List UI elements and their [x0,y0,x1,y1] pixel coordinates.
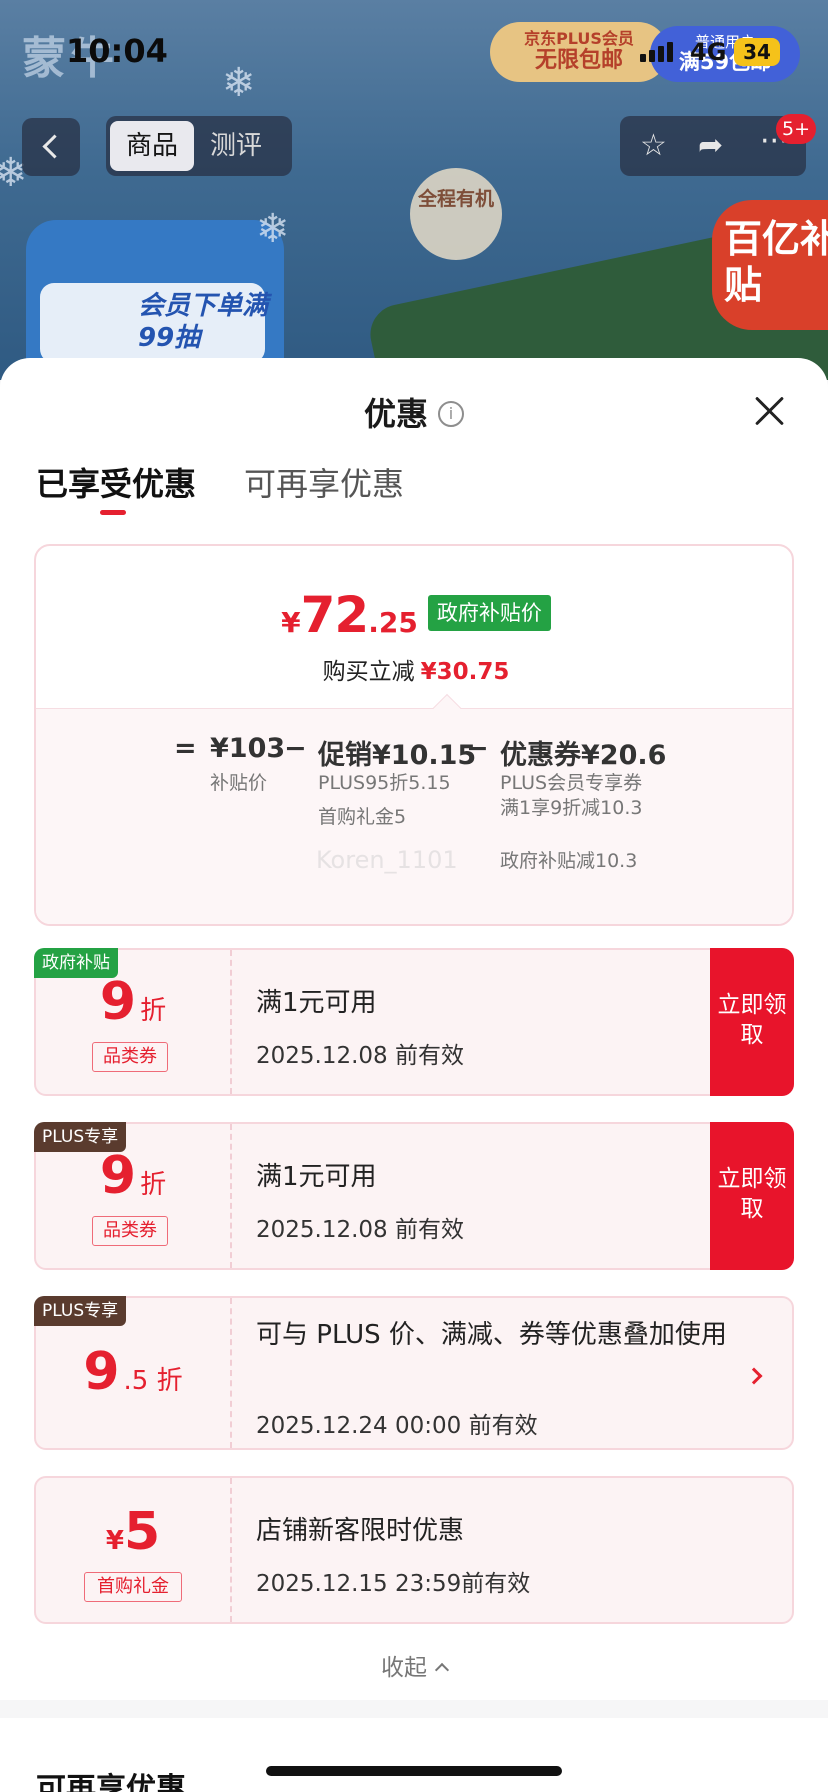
coupon-condition: 满1元可用 [256,988,377,1018]
coupon-discount-value: 9 [99,972,137,1032]
gov-subsidy-price-tag: 政府补贴价 [427,595,551,631]
subsidy-base-price: ¥103 [210,733,286,764]
section-divider [0,1700,828,1718]
chevron-right-icon[interactable] [745,1367,763,1385]
coupon-discount-value: 9 [99,1146,137,1206]
coupon-card: ¥5 首购礼金 店铺新客限时优惠 2025.12.15 23:59前有效 [34,1476,794,1624]
tab-enjoyed-discounts[interactable]: 已享受优惠 [36,462,196,506]
instant-reduction: 购买立减 ¥30.75 [36,652,792,686]
coupon-condition: 店铺新客限时优惠 [256,1516,465,1546]
battery-icon: 34 [734,38,780,66]
promotion-amount: 促销¥10.15 [318,740,477,771]
close-icon[interactable] [752,394,786,428]
collapse-button[interactable]: 收起 [0,1648,828,1682]
subsidy-badge: 百亿补贴 [712,200,828,330]
more-discounts-heading: 可再享优惠 [36,1772,186,1792]
status-time: 10:04 [66,32,168,70]
coupon-type: 品类券 [92,1216,168,1246]
promotion-detail-plus: PLUS95折5.15 [318,772,451,794]
watermark: Koren_1101 [316,846,458,874]
final-price: ¥72.25 政府补贴价 [36,586,792,644]
collapse-label: 收起 [381,1655,427,1681]
status-bar: 10:04 4G 34 [0,0,828,100]
subsidy-base-label: 补贴价 [210,772,268,794]
coupon-card: PLUS专享 9折 品类券 满1元可用 2025.12.08 前有效 立即领取 [34,1122,794,1270]
coupon-expiry: 2025.12.15 23:59前有效 [256,1571,531,1597]
coupon-detail-gov: 政府补贴减10.3 [500,850,638,872]
network-type: 4G [690,38,727,66]
minus-sign: − [284,733,307,764]
coupon-type: 首购礼金 [84,1572,182,1602]
coupon-expiry: 2025.12.08 前有效 [256,1217,464,1243]
coupon-discount: 9折 [36,972,230,1032]
equals-sign: = [174,733,197,764]
notification-badge: 5+ [776,114,817,144]
tab-product[interactable]: 商品 [110,121,195,171]
snowflake-icon: ❄ [256,206,290,252]
claim-coupon-button[interactable]: 立即领取 [710,948,794,1096]
discount-sheet: 优惠 i 已享受优惠 可再享优惠 ¥72.25 政府补贴价 购买立减 ¥30.75 =… [0,358,828,1792]
price-integer: 72 [300,586,370,644]
coupon-discount: 9折 [36,1146,230,1206]
coupon-discount-value: 5 [123,1502,161,1562]
coupon-condition: 可与 PLUS 价、满减、券等优惠叠加使用 [256,1320,727,1350]
back-button[interactable] [22,118,80,176]
price-decimal: .25 [368,606,418,639]
sheet-header: 优惠 i [0,390,828,436]
coupon-currency: ¥ [105,1526,124,1556]
minus-sign: − [466,733,489,764]
promotion-detail-first-buy: 首购礼金5 [318,806,407,828]
home-indicator [266,1766,562,1776]
coupon-divider [230,1298,232,1448]
share-icon[interactable]: ➦ [698,128,723,164]
price-breakdown: = ¥103 补贴价 − 促销¥10.15 PLUS95折5.15 首购礼金5 … [36,708,792,924]
coupon-discount-unit: 折 [140,1170,167,1200]
coupon-divider [230,1124,232,1268]
coupon-condition: 满1元可用 [256,1162,377,1192]
coupon-divider [230,1478,232,1622]
reduce-value: ¥30.75 [420,659,510,685]
coupon-discount-unit: 折 [140,996,167,1026]
tab-more-discounts[interactable]: 可再享优惠 [244,462,404,506]
coupon-detail-plus: PLUS会员专享券满1享9折减10.3 [500,772,643,819]
coupon-card: 政府补贴 9折 品类券 满1元可用 2025.12.08 前有效 立即领取 [34,948,794,1096]
reduce-label: 购买立减 [322,659,415,685]
active-tab-indicator [100,510,126,515]
coupon-discount-unit: .5 折 [123,1366,183,1396]
currency-symbol: ¥ [281,606,301,639]
info-icon[interactable]: i [438,401,464,427]
price-summary-card: ¥72.25 政府补贴价 购买立减 ¥30.75 = ¥103 补贴价 − 促销¥1… [34,544,794,926]
product-tabs: 商品 测评 [106,116,292,176]
organic-badge: 全程有机 [410,168,502,260]
coupon-discount: 9.5 折 [36,1342,230,1402]
coupon-type: 品类券 [92,1042,168,1072]
coupon-amount: 优惠券¥20.6 [500,740,667,771]
coupon-card[interactable]: PLUS专享 9.5 折 可与 PLUS 价、满减、券等优惠叠加使用 2025.… [34,1296,794,1450]
coupon-expiry: 2025.12.08 前有效 [256,1043,464,1069]
star-icon[interactable]: ☆ [640,128,667,164]
coupon-discount: ¥5 [36,1502,230,1562]
coupon-tag: PLUS专享 [34,1296,127,1326]
sheet-title: 优惠 [363,395,428,433]
member-draw-text: 会员下单满99抽 [138,291,269,353]
claim-coupon-button[interactable]: 立即领取 [710,1122,794,1270]
tab-review[interactable]: 测评 [194,121,278,171]
chevron-up-icon [434,1662,450,1678]
coupon-discount-value: 9 [83,1342,120,1402]
cellular-signal-icon [640,42,673,62]
discount-tabs: 已享受优惠 可再享优惠 [36,462,796,522]
coupon-divider [230,950,232,1094]
coupon-expiry: 2025.12.24 00:00 前有效 [256,1413,538,1439]
